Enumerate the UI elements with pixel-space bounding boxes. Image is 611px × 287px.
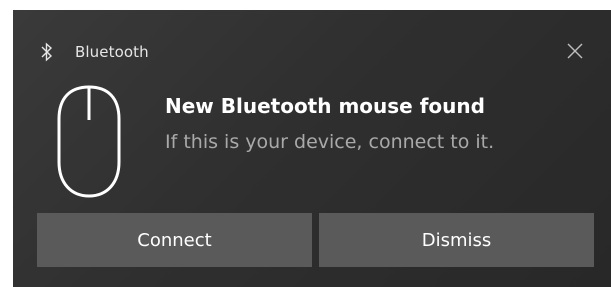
notification-message: If this is your device, connect to it. [165,131,495,153]
bluetooth-icon [40,42,54,62]
close-icon[interactable] [565,41,585,61]
mouse-icon [54,84,124,200]
connect-button[interactable]: Connect [37,213,312,267]
toast-header: Bluetooth [40,42,149,62]
connect-button-label: Connect [137,229,212,251]
dismiss-button[interactable]: Dismiss [319,213,594,267]
dismiss-button-label: Dismiss [421,229,492,251]
bluetooth-notification-toast: Bluetooth New Bluetooth mouse found If t… [13,10,611,287]
notification-title: New Bluetooth mouse found [165,94,485,118]
app-name: Bluetooth [75,43,149,61]
